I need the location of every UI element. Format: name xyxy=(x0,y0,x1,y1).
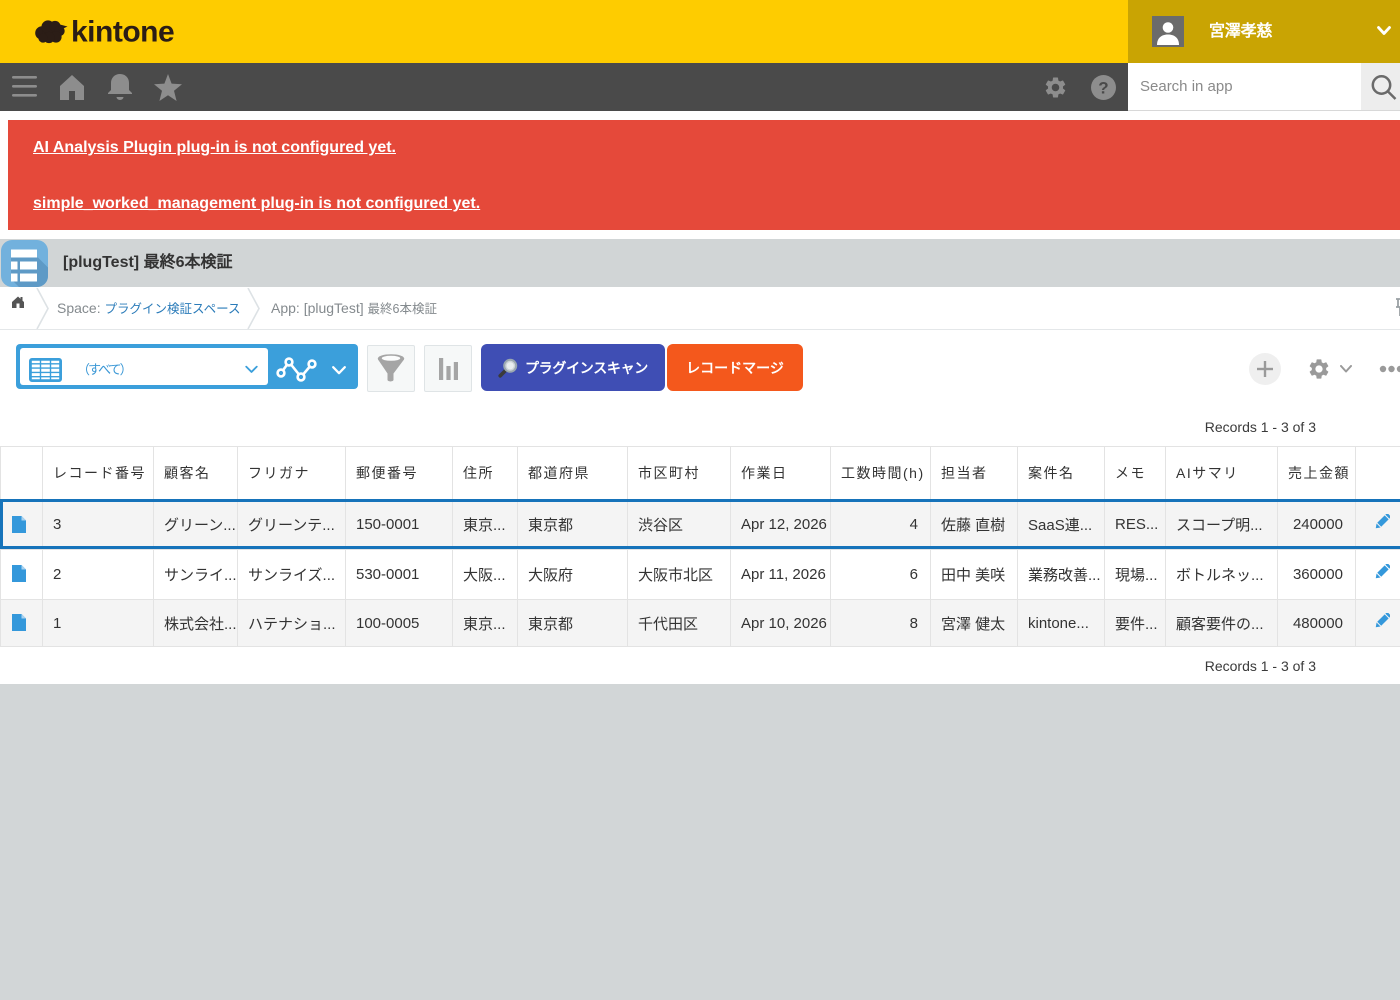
svg-text:kintone: kintone xyxy=(71,20,174,45)
svg-text:?: ? xyxy=(1098,79,1108,98)
